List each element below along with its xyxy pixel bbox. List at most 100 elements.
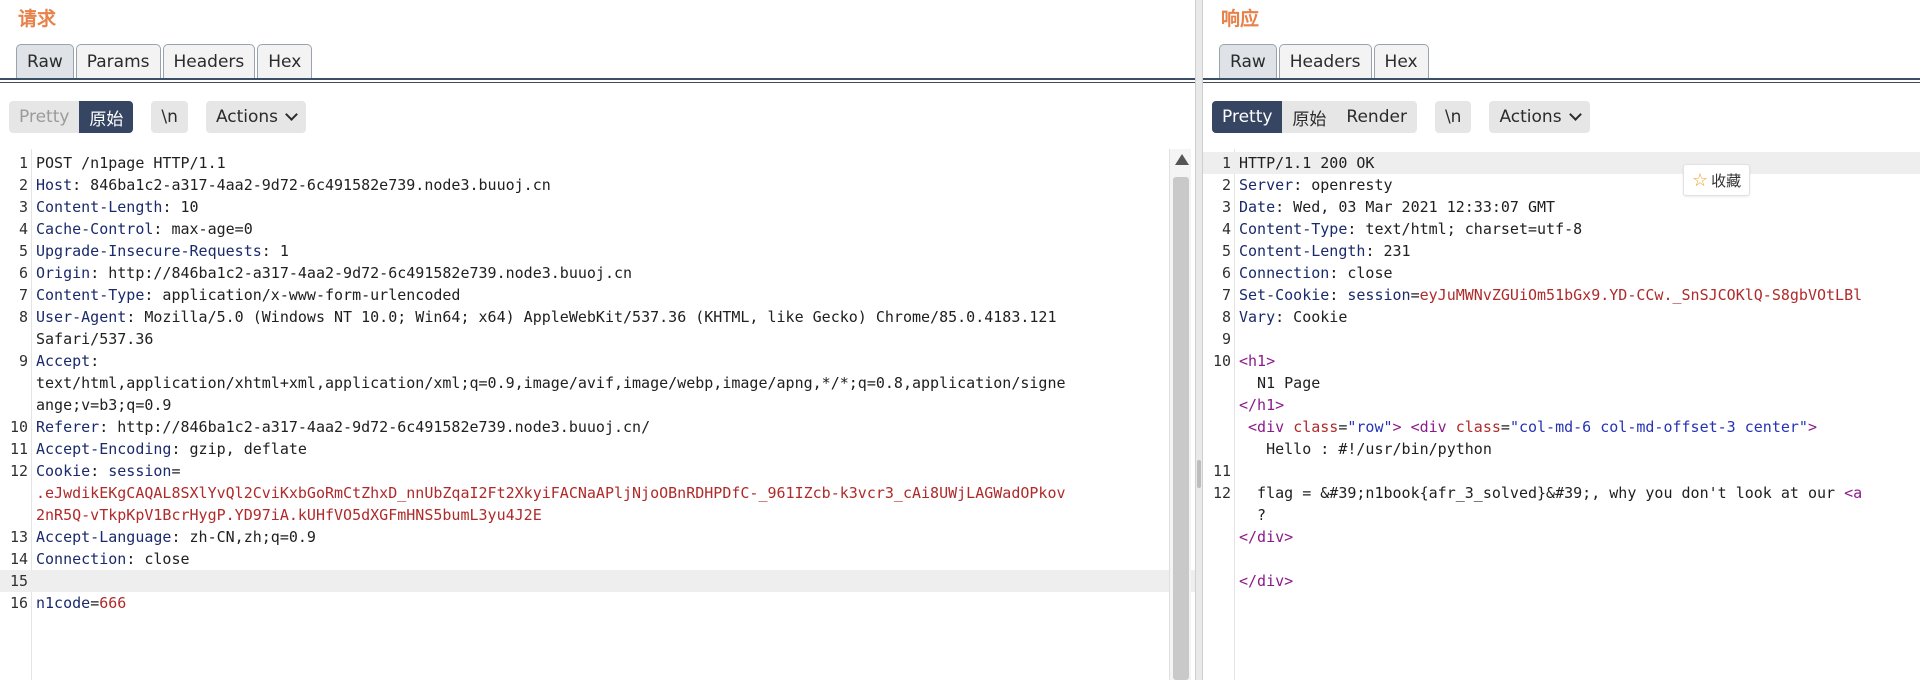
code-token: <div (1239, 418, 1294, 436)
code-token: Safari/537.36 (36, 330, 154, 348)
code-token: : 10 (162, 198, 199, 216)
code-token: : zh-CN,zh;q=0.9 (171, 528, 316, 546)
line-content: Vary: Cookie (1239, 308, 1347, 326)
request-title: 请求 (18, 8, 57, 30)
pretty-button[interactable]: Pretty (9, 101, 79, 133)
code-line: 12 flag = &#39;n1book{afr_3_solved}&#39;… (1203, 482, 1920, 504)
code-token: : 231 (1365, 242, 1411, 260)
code-line: Safari/537.36 (0, 328, 1195, 350)
code-line: 2nR5Q-vTkpKpV1BcrHygP.YD97iA.kUHfVO5dXGF… (0, 504, 1195, 526)
line-content: Hello : #!/usr/bin/python (1239, 440, 1492, 458)
code-token: Server (1239, 176, 1294, 194)
actions-dropdown[interactable]: Actions (1489, 101, 1590, 133)
line-number: 11 (1212, 462, 1231, 480)
line-content: Accept-Encoding: gzip, deflate (36, 440, 307, 458)
code-token: : Cookie (1275, 308, 1348, 326)
line-content: Server: openresty (1239, 176, 1393, 194)
pane-splitter[interactable] (1195, 0, 1203, 680)
pretty-button[interactable]: Pretty (1212, 101, 1283, 133)
code-token: Set-Cookie (1239, 286, 1330, 304)
line-number: 9 (1221, 330, 1231, 348)
code-line: 7 Set-Cookie: session=eyJuMWNvZGUiOm51bGx… (1203, 284, 1920, 306)
actions-label: Actions (1499, 107, 1562, 127)
code-line: </div> (1203, 526, 1920, 548)
newline-toggle-button[interactable]: \n (151, 101, 188, 133)
line-content: Content-Length: 231 (1239, 242, 1411, 260)
line-content: Origin: http://846ba1c2-a317-4aa2-9d72-6… (36, 264, 632, 282)
newline-toggle-button[interactable]: \n (1434, 101, 1472, 133)
code-token: "col-md-6 col-md-offset-3 center" (1509, 418, 1808, 436)
line-number: 13 (9, 528, 28, 546)
line-content: Connection: close (36, 550, 190, 568)
scrollbar-thumb[interactable] (1173, 177, 1189, 680)
code-token: class (1293, 418, 1339, 436)
code-line: N1 Page (1203, 372, 1920, 394)
tab-params[interactable]: Params (75, 44, 161, 78)
splitter-grip[interactable] (1197, 460, 1201, 488)
tab-headers[interactable]: Headers (162, 44, 256, 78)
code-line: .eJwdikEKgCAQAL8SXlYvQl2CviKxbGoRmCtZhxD… (0, 482, 1195, 504)
line-number: 16 (9, 594, 28, 612)
code-token: </div> (1239, 572, 1294, 590)
line-content: User-Agent: Mozilla/5.0 (Windows NT 10.0… (36, 308, 1056, 326)
code-token: Cache-Control (36, 220, 154, 238)
scroll-up-arrow-icon[interactable] (1175, 154, 1189, 165)
code-token: N1 Page (1239, 374, 1321, 392)
code-line: 1 HTTP/1.1 200 OK (1203, 152, 1920, 174)
line-content: Cache-Control: max-age=0 (36, 220, 253, 238)
line-number: 10 (9, 418, 28, 436)
response-editor[interactable]: 1 HTTP/1.1 200 OK 2 Server: openresty 3 Date:… (1203, 149, 1920, 680)
code-token: ange;v=b3;q=0.9 (36, 396, 172, 414)
line-content: ? (1239, 506, 1266, 524)
tab-headers[interactable]: Headers (1278, 44, 1372, 78)
raw-button[interactable]: 原始 (79, 101, 134, 133)
line-content: text/html,application/xhtml+xml,applicat… (36, 374, 1066, 392)
line-content: 2nR5Q-vTkpKpV1BcrHygP.YD97iA.kUHfVO5dXGF… (36, 506, 542, 524)
response-code: 1 HTTP/1.1 200 OK 2 Server: openresty 3 Date:… (1203, 152, 1920, 592)
line-content: </div> (1239, 528, 1293, 546)
code-line: 10 Referer: http://846ba1c2-a317-4aa2-9d7… (0, 416, 1195, 438)
code-token: Accept (36, 352, 91, 370)
code-line: Hello : #!/usr/bin/python (1203, 438, 1920, 460)
star-icon: ☆ (1692, 169, 1709, 191)
line-content: Content-Length: 10 (36, 198, 199, 216)
tab-hex[interactable]: Hex (1373, 44, 1429, 78)
code-line: 8 Vary: Cookie (1203, 306, 1920, 328)
raw-button[interactable]: 原始 (1282, 101, 1336, 133)
line-content: <div class="row"> <div class="col-md-6 c… (1239, 418, 1817, 436)
code-token: : close (1329, 264, 1393, 282)
request-pane: 请求 Raw Params Headers Hex Pretty 原始 \n A… (0, 0, 1195, 680)
line-number: 14 (9, 550, 28, 568)
line-content: flag = &#39;n1book{afr_3_solved}&#39;, w… (1239, 484, 1862, 502)
line-number: 2 (18, 176, 28, 194)
tab-hex[interactable]: Hex (257, 44, 313, 78)
code-token: Content-Type (1239, 220, 1348, 238)
code-line: 11 Accept-Encoding: gzip, deflate (0, 438, 1195, 460)
code-line: 16 n1code=666 (0, 592, 1195, 614)
actions-dropdown[interactable]: Actions (205, 101, 307, 133)
code-line: 13 Accept-Language: zh-CN,zh;q=0.9 (0, 526, 1195, 548)
tab-raw[interactable]: Raw (1219, 44, 1277, 78)
code-token: : Mozilla/5.0 (Windows NT 10.0; Win64; x… (126, 308, 1057, 326)
tab-raw[interactable]: Raw (16, 44, 74, 78)
code-line: 1 POST /n1page HTTP/1.1 (0, 152, 1195, 174)
response-pane: 响应 Raw Headers Hex Pretty 原始 Render \n A… (1203, 0, 1920, 680)
code-token: Accept-Encoding (36, 440, 172, 458)
code-line: 6 Connection: close (1203, 262, 1920, 284)
line-number: 7 (1221, 286, 1231, 304)
code-token: : text/html; charset=utf-8 (1347, 220, 1583, 238)
vertical-scrollbar[interactable] (1169, 149, 1191, 680)
render-button[interactable]: Render (1336, 101, 1417, 133)
response-title: 响应 (1221, 8, 1260, 30)
chevron-down-icon (1568, 108, 1582, 121)
code-token: > <div (1392, 418, 1456, 436)
line-content: Content-Type: application/x-www-form-url… (36, 286, 460, 304)
favorite-button[interactable]: ☆ 收藏 (1683, 164, 1751, 196)
code-token: = (1410, 286, 1420, 304)
line-number: 7 (18, 286, 28, 304)
line-number: 3 (1221, 198, 1231, 216)
line-content: Cookie: session= (36, 462, 181, 480)
request-editor[interactable]: 1 POST /n1page HTTP/1.1 2 Host: 846ba1c2-a3… (0, 149, 1195, 680)
code-token: </h1> (1239, 396, 1285, 414)
